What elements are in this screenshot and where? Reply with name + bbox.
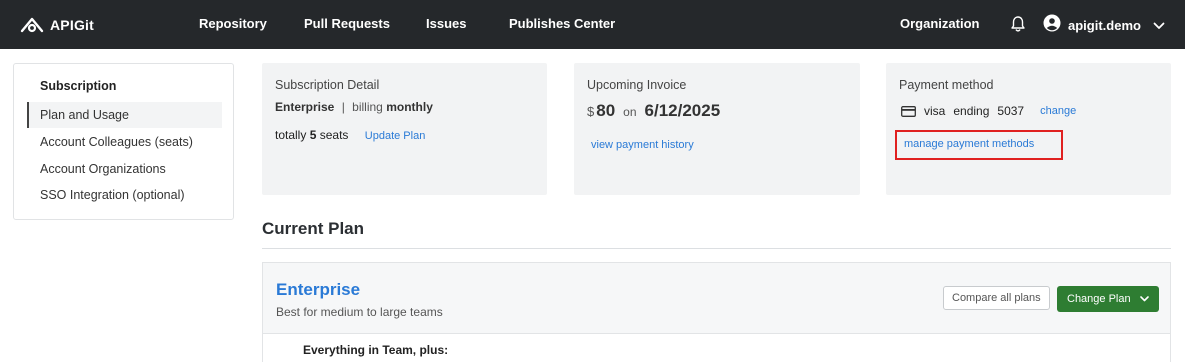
sidebar-item-account-colleagues[interactable]: Account Colleagues (seats) — [27, 129, 222, 155]
current-plan-description: Best for medium to large teams — [276, 305, 443, 319]
current-plan-name: Enterprise — [276, 280, 361, 299]
nav-repository[interactable]: Repository — [199, 16, 267, 31]
sidebar-item-sso-integration[interactable]: SSO Integration (optional) — [27, 182, 222, 208]
view-payment-history-link[interactable]: view payment history — [591, 139, 694, 151]
update-plan-link[interactable]: Update Plan — [365, 130, 426, 142]
payment-method-card: Payment method visa ending 5037 change m… — [886, 63, 1171, 195]
card-last4: 5037 — [997, 104, 1025, 118]
card-title: Payment method — [899, 78, 994, 92]
subscription-sidebar: Subscription Plan and Usage Account Coll… — [13, 63, 234, 220]
billing-label: billing — [352, 100, 383, 114]
currency: $ — [587, 104, 595, 119]
account-circle-icon — [1043, 14, 1061, 37]
seats-count: 5 — [309, 128, 317, 142]
plan-feature-heading: Everything in Team, plus: — [303, 343, 449, 357]
apigit-logo-icon — [20, 16, 44, 34]
seats-prefix: totally — [275, 128, 307, 142]
ending-label: ending — [953, 104, 990, 118]
card-title: Subscription Detail — [275, 78, 380, 92]
credit-card-icon — [901, 105, 916, 117]
invoice-amount: 80 — [596, 101, 616, 120]
sidebar-item-plan-and-usage[interactable]: Plan and Usage — [27, 102, 222, 128]
plan-header: Enterprise Best for medium to large team… — [263, 263, 1170, 334]
highlight-box — [895, 130, 1063, 160]
nav-organization[interactable]: Organization — [900, 16, 979, 31]
card-title: Upcoming Invoice — [587, 78, 687, 92]
sidebar-title: Subscription — [40, 79, 117, 93]
brand[interactable]: APIGit — [20, 14, 94, 36]
top-navigation-bar: APIGit Repository Pull Requests Issues P… — [0, 0, 1185, 49]
user-menu[interactable]: apigit.demo — [1043, 14, 1165, 37]
subscription-detail-card: Subscription Detail Enterprise | billing… — [262, 63, 547, 195]
seats-line: totally 5 seats Update Plan — [275, 128, 425, 142]
nav-pull-requests[interactable]: Pull Requests — [304, 16, 390, 31]
chevron-down-icon — [1153, 17, 1165, 35]
seats-suffix: seats — [319, 128, 349, 142]
change-plan-button[interactable]: Change Plan — [1057, 286, 1159, 312]
plan-billing-line: Enterprise | billing monthly — [275, 100, 433, 114]
invoice-date: 6/12/2025 — [644, 101, 721, 120]
billing-period: monthly — [386, 100, 433, 114]
change-plan-label: Change Plan — [1067, 293, 1131, 305]
username: apigit.demo — [1068, 18, 1141, 33]
on-label: on — [623, 105, 637, 119]
invoice-amount-line: $ 80 on 6/12/2025 — [587, 101, 720, 121]
card-info-line: visa ending 5037 change — [901, 104, 1076, 118]
app-name: APIGit — [50, 17, 94, 33]
plan-name: Enterprise — [275, 100, 335, 114]
divider — [262, 248, 1171, 249]
bell-icon[interactable] — [1010, 15, 1026, 38]
compare-all-plans-button[interactable]: Compare all plans — [943, 286, 1050, 310]
sidebar-item-account-organizations[interactable]: Account Organizations — [27, 156, 222, 182]
separator: | — [341, 100, 345, 114]
upcoming-invoice-card: Upcoming Invoice $ 80 on 6/12/2025 view … — [574, 63, 860, 195]
current-plan-heading: Current Plan — [262, 219, 365, 238]
card-brand: visa — [924, 104, 946, 118]
change-payment-link[interactable]: change — [1040, 105, 1076, 117]
nav-publishes-center[interactable]: Publishes Center — [509, 16, 615, 31]
chevron-down-icon — [1139, 296, 1149, 302]
nav-issues[interactable]: Issues — [426, 16, 466, 31]
current-plan-box: Enterprise Best for medium to large team… — [262, 262, 1171, 362]
